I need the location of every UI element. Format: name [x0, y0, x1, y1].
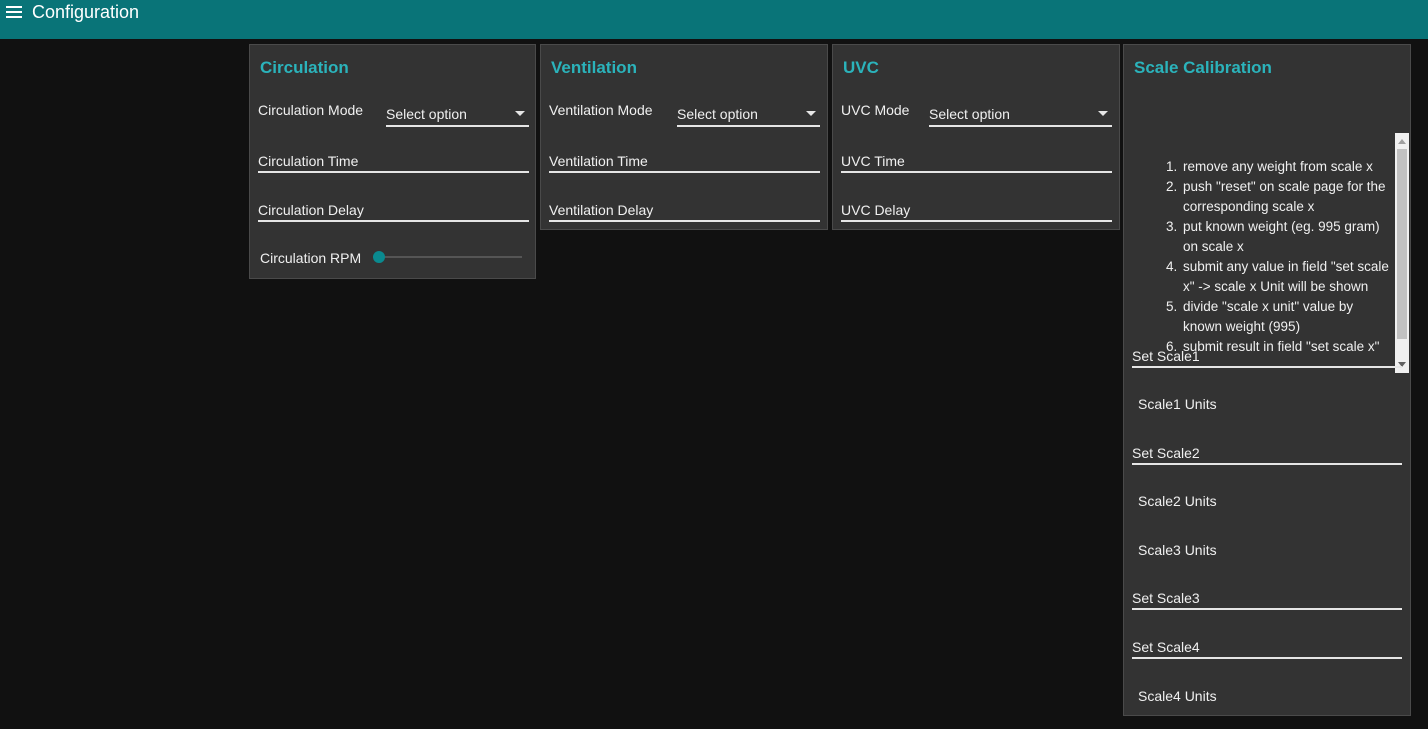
chevron-down-icon [806, 111, 816, 116]
scale3-units: Scale3 Units [1138, 542, 1217, 558]
set-scale3-label: Set Scale3 [1132, 590, 1200, 606]
calibration-step: put known weight (eg. 995 gram) on scale… [1181, 217, 1393, 257]
set-scale2-label: Set Scale2 [1132, 445, 1200, 461]
circulation-time-label: Circulation Time [258, 153, 359, 169]
calibration-step: push "reset" on scale page for the corre… [1181, 177, 1393, 217]
uvc-mode-label: UVC Mode [841, 102, 910, 118]
instructions-scrollbar[interactable] [1395, 133, 1409, 373]
ventilation-delay-field[interactable]: Ventilation Delay [549, 196, 820, 222]
set-scale3-field[interactable]: Set Scale3 [1132, 584, 1402, 610]
ventilation-title: Ventilation [551, 58, 637, 77]
ventilation-mode-value: Select option [677, 106, 758, 122]
circulation-card: Circulation Circulation Mode Select opti… [249, 44, 536, 279]
circulation-delay-label: Circulation Delay [258, 202, 364, 218]
scale2-units: Scale2 Units [1138, 493, 1217, 509]
uvc-mode-select[interactable]: Select option [929, 97, 1112, 127]
uvc-title: UVC [843, 58, 879, 77]
circulation-time-field[interactable]: Circulation Time [258, 147, 529, 173]
uvc-delay-field[interactable]: UVC Delay [841, 196, 1112, 222]
scrollbar-thumb[interactable] [1397, 149, 1407, 339]
calibration-step: remove any weight from scale x [1181, 157, 1393, 177]
uvc-delay-label: UVC Delay [841, 202, 911, 218]
ventilation-mode-select[interactable]: Select option [677, 97, 820, 127]
circulation-mode-select[interactable]: Select option [386, 97, 529, 127]
ventilation-card: Ventilation Ventilation Mode Select opti… [540, 44, 828, 230]
app-bar: Configuration [0, 0, 1428, 39]
calibration-step: divide "scale x unit" value by known wei… [1181, 297, 1393, 337]
scale1-units: Scale1 Units [1138, 396, 1217, 412]
slider-track [373, 256, 522, 258]
calibration-steps-list: remove any weight from scale x push "res… [1145, 157, 1393, 357]
calibration-step: submit any value in field "set scale x" … [1181, 257, 1393, 297]
calibration-instructions[interactable]: remove any weight from scale x push "res… [1133, 133, 1409, 373]
uvc-card: UVC UVC Mode Select option UVC Time UVC … [832, 44, 1120, 230]
circulation-delay-field[interactable]: Circulation Delay [258, 196, 529, 222]
chevron-down-icon [1098, 111, 1108, 116]
ventilation-time-label: Ventilation Time [549, 153, 648, 169]
chevron-down-icon [515, 111, 525, 116]
set-scale2-field[interactable]: Set Scale2 [1132, 439, 1402, 465]
circulation-title: Circulation [260, 58, 349, 77]
circulation-rpm-slider[interactable] [373, 250, 522, 264]
set-scale4-field[interactable]: Set Scale4 [1132, 633, 1402, 659]
set-scale1-field[interactable]: Set Scale1 [1132, 342, 1402, 368]
scale-calibration-card: Scale Calibration remove any weight from… [1123, 44, 1411, 716]
scroll-up-arrow-icon[interactable] [1398, 139, 1406, 144]
uvc-time-label: UVC Time [841, 153, 905, 169]
slider-thumb[interactable] [373, 251, 385, 263]
set-scale1-label: Set Scale1 [1132, 348, 1200, 364]
ventilation-mode-label: Ventilation Mode [549, 102, 653, 118]
circulation-mode-label: Circulation Mode [258, 102, 364, 118]
ventilation-time-field[interactable]: Ventilation Time [549, 147, 820, 173]
uvc-mode-value: Select option [929, 106, 1010, 122]
circulation-mode-value: Select option [386, 106, 467, 122]
page-title: Configuration [32, 2, 140, 22]
hamburger-menu-icon[interactable] [6, 6, 24, 20]
ventilation-delay-label: Ventilation Delay [549, 202, 654, 218]
circulation-rpm-label: Circulation RPM [260, 250, 362, 266]
scale4-units: Scale4 Units [1138, 688, 1217, 704]
scale-calibration-title: Scale Calibration [1134, 58, 1272, 77]
uvc-time-field[interactable]: UVC Time [841, 147, 1112, 173]
set-scale4-label: Set Scale4 [1132, 639, 1200, 655]
